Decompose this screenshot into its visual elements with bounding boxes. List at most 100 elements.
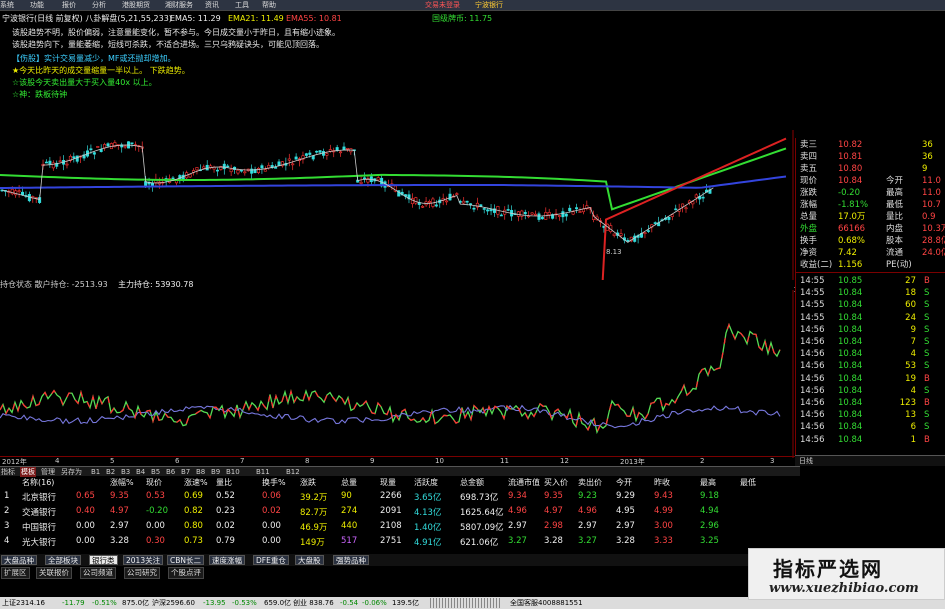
tick-price: 10.84 [838, 349, 863, 360]
candle-body [701, 196, 705, 199]
tick-price: 10.84 [838, 410, 863, 421]
indicator-tab[interactable]: B8 [195, 467, 206, 477]
column-header[interactable]: 现价 [146, 477, 162, 488]
column-header[interactable]: 最低 [740, 477, 756, 488]
candle-body [51, 162, 55, 169]
candle-body [694, 194, 698, 198]
watermark-logo: 指标严选网 www.xuezhibiao.com [748, 548, 945, 600]
menu-quote[interactable]: 报价 [62, 0, 76, 11]
daily-line-tab[interactable]: 日线 [795, 455, 945, 466]
indicator-tab[interactable]: B2 [105, 467, 116, 477]
tick-price: 10.84 [838, 337, 863, 347]
candle-body [17, 190, 21, 193]
column-header[interactable]: 最高 [700, 477, 716, 488]
candle-body [342, 146, 346, 151]
candle-body [455, 193, 459, 195]
menu-help[interactable]: 帮助 [262, 0, 276, 11]
sh-amount: 875.0亿 [122, 599, 150, 607]
login-status[interactable]: 交易未登录 [425, 0, 460, 11]
sector-tab[interactable]: 银行类 [89, 555, 118, 565]
stock-name[interactable]: 北京银行 [22, 491, 56, 503]
table-row[interactable]: 4 光大银行 0.00 3.28 0.30 0.73 0.79 0.00 149万 517 2751… [0, 536, 800, 550]
menu-system[interactable]: 系统 [0, 0, 14, 11]
indicator-tab[interactable]: B9 [210, 467, 221, 477]
tick-price: 10.84 [838, 361, 863, 372]
sub-tab[interactable]: 扩展区 [1, 567, 30, 579]
indicator-tab[interactable]: 指标 [0, 467, 16, 477]
candle-body [363, 177, 367, 180]
sector-tab[interactable]: 大盘股 [295, 555, 324, 565]
candle-body [537, 213, 541, 220]
column-header[interactable]: 今开 [616, 477, 632, 488]
menu-analysis[interactable]: 分析 [92, 0, 106, 11]
sector-tab[interactable]: 强势品种 [333, 555, 369, 565]
candle-body [506, 209, 510, 211]
column-header[interactable]: 现量 [380, 477, 396, 488]
column-header[interactable]: 活跃度 [414, 477, 438, 488]
candle-body [434, 204, 438, 207]
cell-cur: 274 [341, 506, 358, 516]
candle-body [205, 164, 209, 171]
tick-time: 14:55 [800, 312, 825, 323]
sub-tab[interactable]: 公司研究 [124, 567, 160, 579]
column-header[interactable]: 昨收 [654, 477, 670, 488]
cell-low: 4.94 [700, 506, 719, 516]
candle-body [274, 167, 278, 169]
sector-tab[interactable]: DFE重仓 [253, 555, 289, 565]
stock-name[interactable]: 光大银行 [22, 536, 56, 548]
column-header[interactable]: 名称(16) [22, 477, 54, 488]
column-header[interactable]: 换手% [262, 477, 286, 488]
indicator-tab[interactable]: B1 [90, 467, 101, 477]
column-header[interactable]: 流通市值 [508, 477, 540, 488]
column-header[interactable]: 涨跌 [300, 477, 316, 488]
main-position-label: 主力持仓: 53930.78 [118, 280, 194, 289]
table-row[interactable]: 2 交通银行 0.40 4.97 -0.20 0.82 0.23 0.02 82.7万 274 20… [0, 506, 800, 520]
column-header[interactable]: 涨速% [184, 477, 208, 488]
menu-tools[interactable]: 工具 [235, 0, 249, 11]
column-header[interactable]: 涨幅% [110, 477, 134, 488]
candle-body [325, 153, 329, 156]
indicator-tab[interactable]: B10 [225, 467, 241, 477]
sub-tab[interactable]: 个股点评 [168, 567, 204, 579]
indicator-tab[interactable]: 模板 [20, 467, 36, 477]
ema5-label: EMA5: 11.29 [170, 14, 221, 23]
indicator-tab[interactable]: B5 [150, 467, 161, 477]
indicator-tab[interactable]: 另存为 [60, 467, 83, 477]
indicator-tab[interactable]: B4 [135, 467, 146, 477]
menu-news[interactable]: 资讯 [205, 0, 219, 11]
indicator-chart[interactable] [0, 290, 795, 458]
menu-function[interactable]: 功能 [30, 0, 44, 11]
stock-name[interactable]: 中国银行 [22, 521, 56, 533]
cell-vol: 39.2万 [300, 493, 328, 503]
sector-tab[interactable]: 大盘品种 [1, 555, 37, 565]
quote-label-right: 最低 [886, 200, 904, 210]
menu-service[interactable]: 湘财服务 [165, 0, 193, 11]
sector-tab[interactable]: 全部板块 [45, 555, 81, 565]
quote-value-right: 36 [922, 140, 933, 150]
price-chart[interactable] [0, 130, 795, 280]
table-row[interactable]: 3 中国银行 0.00 2.97 0.00 0.80 0.02 0.00 46.9万 440 210… [0, 521, 800, 535]
indicator-tab[interactable]: B12 [285, 467, 301, 477]
sub-tab[interactable]: 公司频道 [80, 567, 116, 579]
column-header[interactable]: 总量 [341, 477, 357, 488]
column-header[interactable]: 卖出价 [578, 477, 602, 488]
quote-value: 10.80 [838, 164, 863, 174]
tick-volume: 19 [905, 373, 916, 384]
menu-hk-futures[interactable]: 港股期货 [122, 0, 150, 11]
sub-tab-bar: 扩展区 关联报价 公司频道 公司研究 个股点评 [0, 566, 760, 579]
indicator-tab[interactable]: B7 [180, 467, 191, 477]
sector-tab[interactable]: CBN长二 [167, 555, 204, 565]
indicator-tab[interactable]: B6 [165, 467, 176, 477]
indicator-tab[interactable]: 管理 [40, 467, 56, 477]
column-header[interactable]: 总金额 [460, 477, 484, 488]
column-header[interactable]: 量比 [216, 477, 232, 488]
column-header[interactable]: 买入价 [544, 477, 568, 488]
table-row[interactable]: 1 北京银行 0.65 9.35 0.53 0.69 0.52 0.06 39.2万 90 2266… [0, 491, 800, 505]
sector-tab[interactable]: 2013关注 [123, 555, 164, 565]
stock-name[interactable]: 交通银行 [22, 506, 56, 518]
candle-body [318, 150, 322, 153]
sector-tab[interactable]: 速度涨幅 [209, 555, 245, 565]
indicator-tab[interactable]: B3 [120, 467, 131, 477]
indicator-tab[interactable]: B11 [255, 467, 271, 477]
sub-tab[interactable]: 关联报价 [36, 567, 72, 579]
